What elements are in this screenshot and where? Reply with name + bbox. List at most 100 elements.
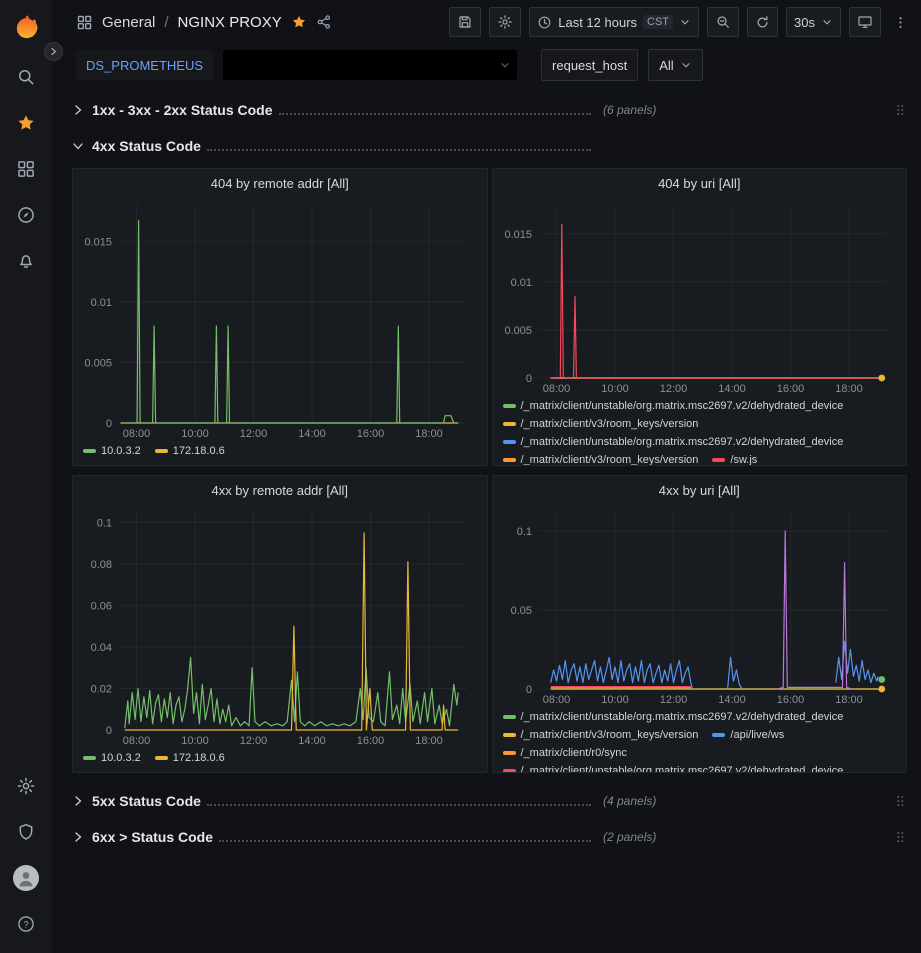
legend-item[interactable]: /_matrix/client/v3/room_keys/version: [503, 417, 699, 431]
panel-title[interactable]: 4xx by uri [All]: [493, 476, 907, 504]
legend-item[interactable]: 10.0.3.2: [83, 444, 141, 458]
sidebar-item-settings[interactable]: [0, 763, 52, 809]
sidebar-item-starred[interactable]: [0, 100, 52, 146]
row-header-1xx-3xx-2xx[interactable]: 1xx - 3xx - 2xx Status Code (6 panels): [72, 96, 907, 124]
chevron-right-icon: [72, 104, 92, 116]
row-header-4xx[interactable]: 4xx Status Code: [72, 132, 907, 160]
svg-text:0.02: 0.02: [91, 683, 112, 695]
search-icon: [16, 67, 36, 87]
kebab-icon: [893, 15, 908, 30]
time-series-chart[interactable]: 08:0010:0012:0014:0016:0018:0000.050.1: [499, 504, 901, 707]
dashboard-topbar: General / NGINX PROXY: [52, 0, 921, 44]
kebab-menu-button[interactable]: [889, 7, 911, 37]
row-dotted-leader: [207, 793, 591, 806]
sidebar-item-search[interactable]: [0, 54, 52, 100]
share-icon[interactable]: [316, 14, 332, 30]
favorite-star-icon[interactable]: [291, 14, 307, 30]
gear-icon: [16, 776, 36, 796]
zoom-out-button[interactable]: [707, 7, 739, 37]
sidebar-item-help[interactable]: ?: [0, 901, 52, 947]
svg-text:0.05: 0.05: [510, 605, 531, 617]
legend-series-label: 172.18.0.6: [173, 445, 225, 457]
sidebar-item-server-admin[interactable]: [0, 809, 52, 855]
legend-item[interactable]: 10.0.3.2: [83, 751, 141, 765]
row-drag-handle[interactable]: [893, 793, 907, 809]
datasource-variable-value-select[interactable]: [223, 50, 517, 80]
legend-series-label: 172.18.0.6: [173, 752, 225, 764]
svg-text:12:00: 12:00: [240, 428, 268, 440]
legend-item[interactable]: /_matrix/client/unstable/org.matrix.msc2…: [503, 399, 844, 413]
apps-icon: [76, 14, 93, 31]
panel-404-by-uri: 404 by uri [All] 08:0010:0012:0014:0016:…: [492, 168, 908, 466]
svg-text:0.01: 0.01: [510, 277, 531, 289]
row-title: 5xx Status Code: [92, 793, 201, 809]
time-range-label: Last 12 hours: [558, 15, 637, 30]
svg-text:0.1: 0.1: [516, 526, 531, 538]
row-drag-handle[interactable]: [893, 829, 907, 845]
request-host-variable-select[interactable]: All: [648, 49, 702, 81]
sidebar-expand-button[interactable]: [44, 42, 63, 61]
time-series-chart[interactable]: 08:0010:0012:0014:0016:0018:0000.0050.01…: [499, 197, 901, 396]
sidebar-item-alerting[interactable]: [0, 238, 52, 284]
panel-title[interactable]: 404 by remote addr [All]: [73, 169, 487, 197]
row-header-6xx[interactable]: 6xx > Status Code (2 panels): [72, 823, 907, 851]
panel-title[interactable]: 404 by uri [All]: [493, 169, 907, 197]
svg-text:14:00: 14:00: [718, 383, 746, 395]
row-header-5xx[interactable]: 5xx Status Code (4 panels): [72, 787, 907, 815]
legend-series-label: /_matrix/client/unstable/org.matrix.msc2…: [521, 436, 844, 448]
legend-item[interactable]: /_matrix/client/unstable/org.matrix.msc2…: [503, 435, 844, 449]
chart-legend: 10.0.3.2 172.18.0.6: [73, 441, 487, 465]
question-circle-icon: ?: [16, 914, 36, 934]
chart-legend: /_matrix/client/unstable/org.matrix.msc2…: [493, 396, 907, 465]
sidebar-item-dashboards[interactable]: [0, 146, 52, 192]
tv-mode-button[interactable]: [849, 7, 881, 37]
row-title: 4xx Status Code: [92, 138, 201, 154]
refresh-interval-label: 30s: [794, 15, 815, 30]
variables-bar: DS_PROMETHEUS request_host All: [52, 44, 921, 86]
svg-text:10:00: 10:00: [601, 694, 629, 706]
topbar-actions: Last 12 hours CST 30s: [449, 7, 911, 37]
legend-item[interactable]: 172.18.0.6: [155, 444, 225, 458]
refresh-button[interactable]: [747, 7, 778, 37]
time-series-chart[interactable]: 08:0010:0012:0014:0016:0018:0000.020.040…: [79, 504, 481, 748]
legend-series-label: /_matrix/client/unstable/org.matrix.msc2…: [521, 711, 844, 723]
svg-text:0.06: 0.06: [91, 600, 112, 612]
row-drag-handle[interactable]: [893, 102, 907, 118]
sidebar-item-explore[interactable]: [0, 192, 52, 238]
legend-item[interactable]: /api/live/ws: [712, 728, 784, 742]
sidebar-item-profile[interactable]: [0, 855, 52, 901]
row-title: 1xx - 3xx - 2xx Status Code: [92, 102, 273, 118]
row-panel-count: (6 panels): [603, 103, 656, 117]
time-range-picker[interactable]: Last 12 hours CST: [529, 7, 699, 37]
grafana-logo[interactable]: [9, 10, 43, 44]
legend-series-label: /_matrix/client/v3/room_keys/version: [521, 729, 699, 741]
legend-series-label: /_matrix/client/v3/room_keys/version: [521, 418, 699, 430]
row-dotted-leader: [279, 102, 591, 115]
legend-item[interactable]: /_matrix/client/v3/room_keys/version: [503, 728, 699, 742]
star-icon: [16, 113, 36, 133]
svg-text:0: 0: [525, 684, 531, 696]
legend-item[interactable]: /_matrix/client/v3/room_keys/version: [503, 453, 699, 465]
dashboard-title[interactable]: NGINX PROXY: [178, 14, 282, 31]
breadcrumb-section[interactable]: General: [102, 14, 155, 31]
legend-item[interactable]: /_matrix/client/r0/sync: [503, 746, 627, 760]
legend-item[interactable]: /sw.js: [712, 453, 757, 465]
svg-text:14:00: 14:00: [718, 694, 746, 706]
time-series-chart[interactable]: 08:0010:0012:0014:0016:0018:0000.0050.01…: [79, 197, 481, 441]
save-dashboard-button[interactable]: [449, 7, 481, 37]
legend-series-marker: [503, 440, 516, 444]
panel-title[interactable]: 4xx by remote addr [All]: [73, 476, 487, 504]
svg-text:10:00: 10:00: [181, 428, 209, 440]
legend-series-marker: [503, 733, 516, 737]
chevron-down-icon: [680, 59, 692, 71]
dashboard-settings-button[interactable]: [489, 7, 521, 37]
legend-item[interactable]: 172.18.0.6: [155, 751, 225, 765]
datasource-variable-label[interactable]: DS_PROMETHEUS: [76, 50, 213, 80]
legend-item[interactable]: /_matrix/client/unstable/org.matrix.msc2…: [503, 710, 844, 724]
legend-item[interactable]: /_matrix/client/unstable/org.matrix.msc2…: [503, 764, 844, 772]
panel-404-by-remote-addr: 404 by remote addr [All] 08:0010:0012:00…: [72, 168, 488, 466]
svg-text:12:00: 12:00: [240, 735, 268, 747]
svg-text:0.01: 0.01: [91, 297, 112, 309]
svg-text:0: 0: [106, 725, 112, 737]
refresh-interval-dropdown[interactable]: 30s: [786, 7, 841, 37]
